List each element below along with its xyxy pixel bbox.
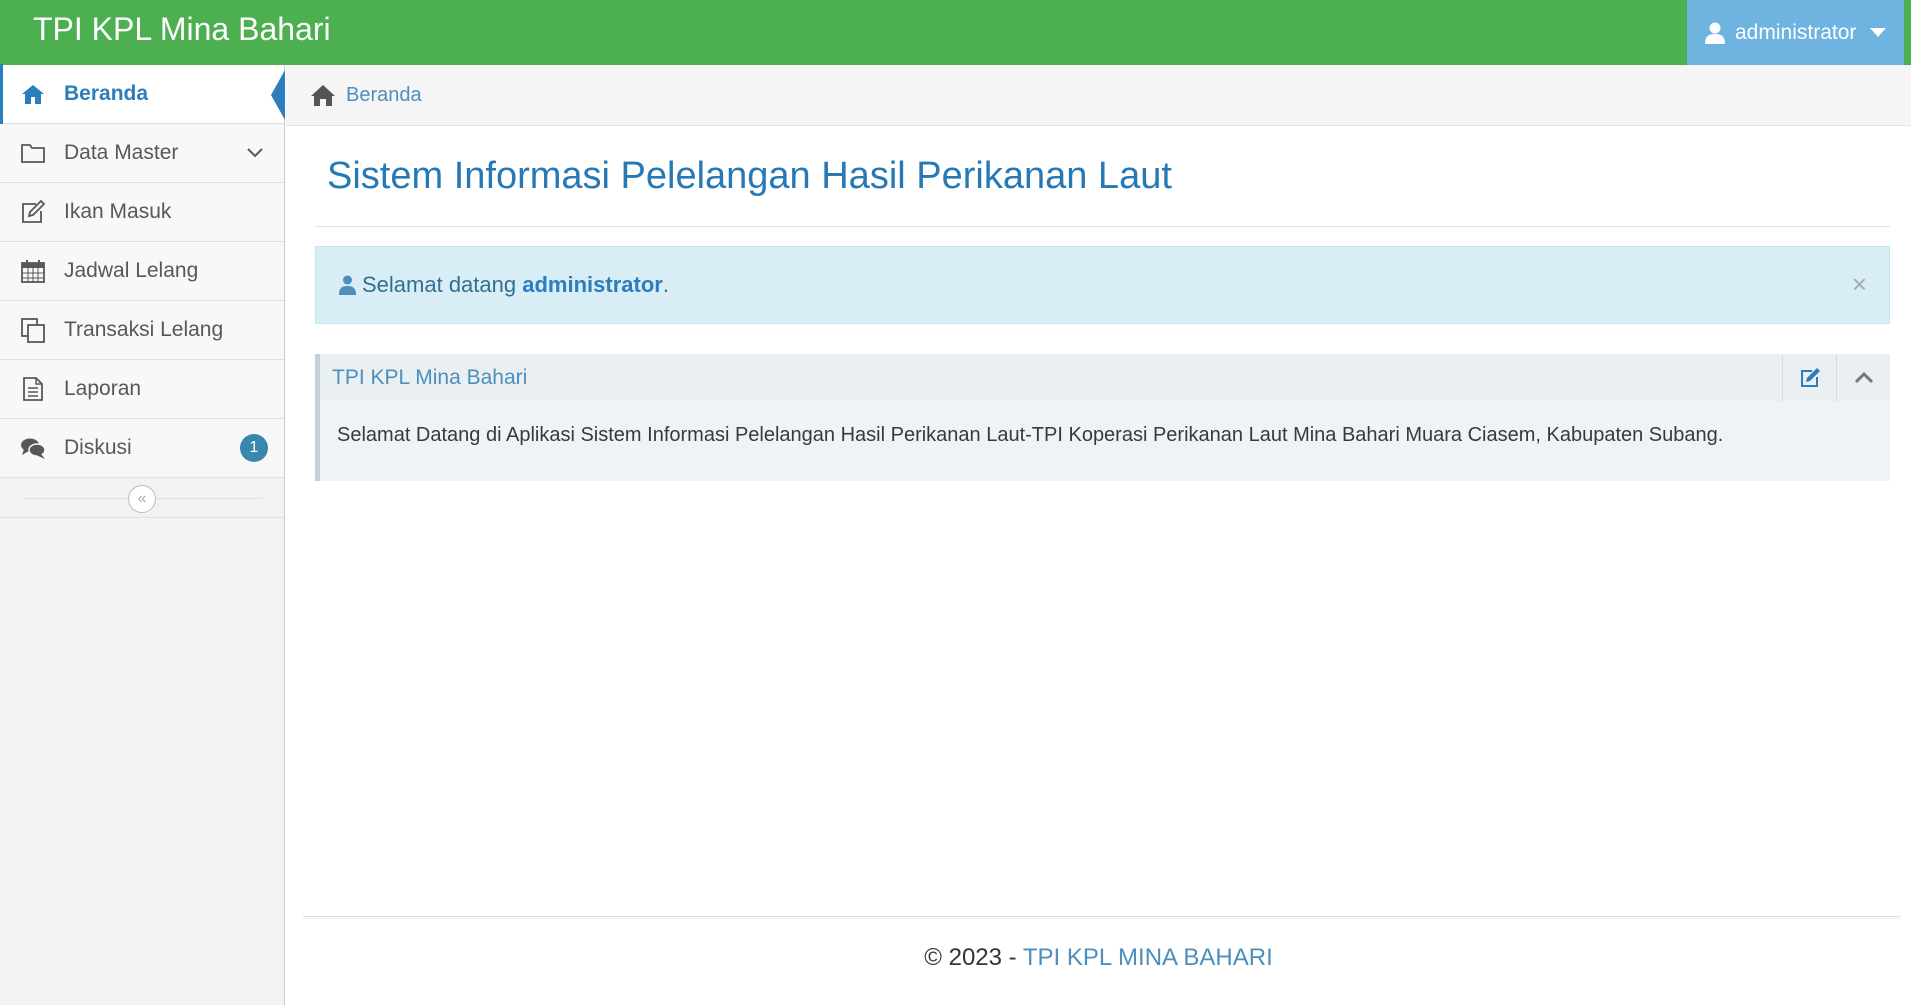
user-icon	[1705, 22, 1725, 44]
alert-prefix: Selamat datang	[362, 272, 517, 297]
navbar: TPI KPL Mina Bahari administrator	[0, 0, 1911, 65]
double-angle-left-icon[interactable]: «	[128, 485, 156, 513]
sidebar-item-label: Transaksi Lelang	[64, 318, 224, 341]
sidebar-item-label: Beranda	[64, 82, 149, 105]
home-icon	[22, 85, 44, 104]
sidebar-item-laporan[interactable]: Laporan	[0, 360, 284, 419]
close-icon[interactable]: ×	[1852, 269, 1867, 299]
user-menu[interactable]: administrator	[1687, 0, 1904, 65]
sidebar: Beranda Data Master Ikan Masuk Jadwal Le…	[0, 64, 285, 1005]
user-name: administrator	[1735, 20, 1857, 44]
user-icon	[339, 275, 356, 295]
footer-divider	[303, 916, 1901, 919]
active-arrow	[271, 70, 285, 120]
footer: © 2023 - TPI KPL MINA BAHARI	[286, 944, 1911, 972]
edit-icon	[1800, 367, 1820, 387]
home-icon	[311, 85, 335, 106]
sidebar-item-label: Laporan	[64, 377, 142, 400]
file-text-icon	[23, 377, 43, 401]
sidebar-item-beranda[interactable]: Beranda	[0, 64, 285, 124]
welcome-alert: Selamat datang administrator. ×	[315, 246, 1890, 324]
notification-badge: 1	[240, 434, 268, 462]
sidebar-item-label: Jadwal Lelang	[64, 259, 199, 282]
sidebar-item-label: Ikan Masuk	[64, 200, 172, 223]
sidebar-item-transaksi-lelang[interactable]: Transaksi Lelang	[0, 301, 284, 360]
chevron-down-icon	[247, 148, 263, 158]
info-widget: TPI KPL Mina Bahari Selamat Datang di Ap…	[315, 354, 1890, 481]
sidebar-item-jadwal-lelang[interactable]: Jadwal Lelang	[0, 242, 284, 301]
widget-title: TPI KPL Mina Bahari	[332, 365, 528, 389]
alert-suffix: .	[662, 272, 669, 297]
folder-icon	[21, 144, 45, 163]
alert-username: administrator	[522, 272, 663, 297]
sidebar-item-label: Diskusi	[64, 436, 132, 459]
sidebar-collapse: «	[0, 478, 284, 518]
breadcrumb: Beranda	[286, 65, 1911, 126]
copy-icon	[21, 318, 45, 343]
sidebar-item-ikan-masuk[interactable]: Ikan Masuk	[0, 183, 284, 242]
calendar-icon	[21, 260, 45, 283]
widget-toolbar	[1782, 354, 1890, 401]
sidebar-item-label: Data Master	[64, 141, 179, 164]
widget-body: Selamat Datang di Aplikasi Sistem Inform…	[337, 424, 1724, 446]
page-title: Sistem Informasi Pelelangan Hasil Perika…	[327, 155, 1172, 197]
sidebar-item-diskusi[interactable]: Diskusi 1	[0, 419, 284, 478]
comments-icon	[21, 438, 46, 459]
sidebar-item-data-master[interactable]: Data Master	[0, 124, 284, 183]
chevron-up-icon	[1854, 371, 1873, 383]
divider	[315, 226, 1890, 227]
widget-edit-button[interactable]	[1782, 354, 1836, 401]
breadcrumb-home-link[interactable]: Beranda	[346, 84, 422, 107]
widget-collapse-button[interactable]	[1836, 354, 1890, 401]
widget-header: TPI KPL Mina Bahari	[320, 354, 1890, 401]
footer-brand: TPI KPL MINA BAHARI	[1022, 944, 1273, 971]
caret-down-icon	[1870, 28, 1887, 37]
app-brand[interactable]: TPI KPL Mina Bahari	[33, 8, 331, 50]
footer-copyright: © 2023 -	[924, 944, 1023, 971]
edit-icon	[22, 199, 46, 223]
